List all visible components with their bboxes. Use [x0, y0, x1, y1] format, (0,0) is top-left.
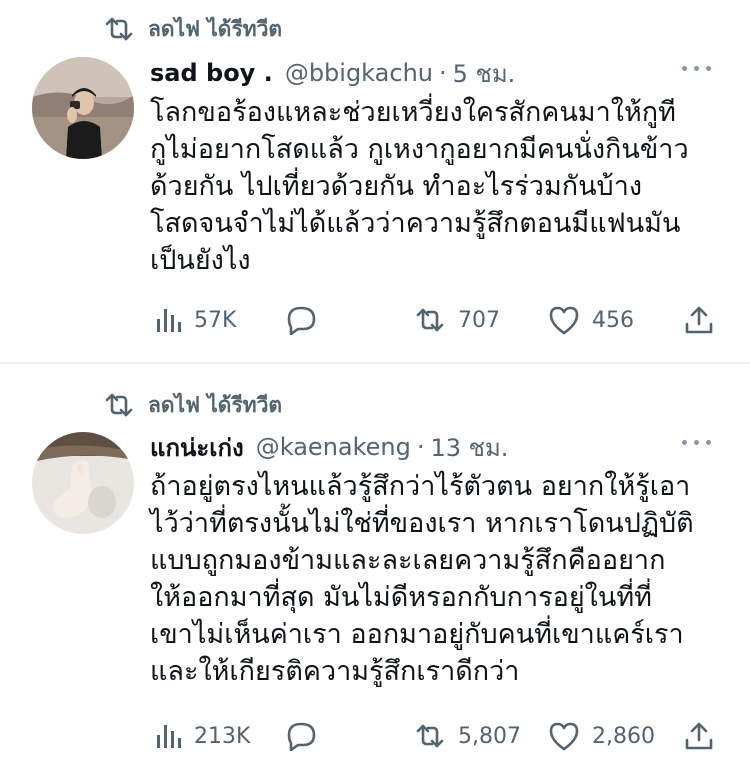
like-button[interactable]: 456	[548, 302, 634, 338]
author-handle[interactable]: @kaenakeng	[256, 433, 411, 461]
views-count: 213K	[194, 723, 251, 749]
share-icon	[685, 306, 713, 334]
retweet-count: 707	[458, 307, 500, 333]
like-icon	[549, 306, 579, 335]
retweet-button[interactable]: 5,807	[414, 718, 521, 754]
separator-dot: ·	[416, 433, 425, 461]
avatar-photo	[32, 57, 134, 159]
share-button[interactable]	[684, 718, 714, 754]
reply-icon	[287, 722, 316, 751]
author-name[interactable]: sad boy .	[150, 59, 273, 87]
retweet-icon	[105, 17, 133, 41]
tweet-actions: 57K 707 456	[156, 302, 716, 338]
retweeted-by-label[interactable]: ลดไฟ ได้รีทวีต	[148, 389, 282, 422]
more-icon[interactable]	[682, 436, 712, 448]
views-button[interactable]: 213K	[156, 718, 250, 754]
author-name[interactable]: แกน่ะเก่ง	[150, 428, 244, 467]
tweet[interactable]: ลดไฟ ได้รีทวีต แกน่ะเก่ง @kaenakeng · 13…	[0, 364, 750, 771]
retweeted-by-label[interactable]: ลดไฟ ได้รีทวีต	[148, 13, 282, 46]
like-count: 456	[592, 307, 634, 333]
views-button[interactable]: 57K	[156, 302, 236, 338]
avatar[interactable]	[32, 432, 134, 534]
avatar-photo	[32, 432, 134, 534]
tweet-text: โลกขอร้องแหละช่วยเหวี่ยงใครสักคนมาให้กูท…	[150, 97, 689, 276]
like-icon	[549, 722, 579, 751]
reply-button[interactable]	[284, 302, 318, 338]
views-icon	[157, 309, 181, 332]
tweet-text: ถ้าอยู่ตรงไหนแล้วรู้สึกว่าไร้ตัวตน อยากใ…	[150, 471, 694, 687]
retweet-icon	[105, 393, 133, 417]
reply-icon	[287, 306, 316, 335]
views-icon	[157, 725, 181, 748]
avatar[interactable]	[32, 57, 134, 159]
like-button[interactable]: 2,860	[548, 718, 655, 754]
retweet-button[interactable]: 707	[414, 302, 500, 338]
like-count: 2,860	[592, 723, 655, 749]
tweet-actions: 213K 5,807 2,860	[156, 718, 716, 754]
more-icon[interactable]	[682, 62, 712, 74]
tweet-time[interactable]: 5 ชม.	[453, 54, 516, 93]
reply-button[interactable]	[284, 718, 318, 754]
separator-dot: ·	[438, 59, 447, 87]
retweet-icon	[416, 308, 444, 332]
retweet-icon	[416, 724, 444, 748]
retweet-count: 5,807	[458, 723, 521, 749]
tweet-time[interactable]: 13 ชม.	[431, 428, 509, 467]
retweet-context[interactable]: ลดไฟ ได้รีทวีต	[104, 388, 282, 422]
share-button[interactable]	[684, 302, 714, 338]
tweet-header: แกน่ะเก่ง @kaenakeng · 13 ชม.	[150, 428, 508, 466]
tweet-feed: ลดไฟ ได้รีทวีต sad boy . @bbigkachu · 5 …	[0, 0, 750, 771]
tweet[interactable]: ลดไฟ ได้รีทวีต sad boy . @bbigkachu · 5 …	[0, 0, 750, 362]
author-handle[interactable]: @bbigkachu	[285, 59, 433, 87]
retweet-context[interactable]: ลดไฟ ได้รีทวีต	[104, 12, 282, 46]
share-icon	[685, 722, 713, 750]
tweet-header: sad boy . @bbigkachu · 5 ชม.	[150, 54, 515, 92]
views-count: 57K	[194, 307, 237, 333]
